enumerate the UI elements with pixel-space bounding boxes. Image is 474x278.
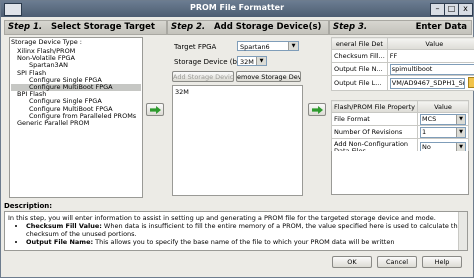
output-file-location-label: Output File L... — [331, 75, 388, 91]
checksum-fill-value[interactable]: FF — [386, 49, 474, 63]
target-fpga-label: Target FPGA — [174, 43, 217, 51]
step3-header: Step 3. Enter Data — [329, 20, 472, 35]
storage-device-tree[interactable]: Storage Device Type : Xilinx Flash/PROM N… — [9, 37, 143, 198]
output-file-name-input[interactable]: spimultiboot — [389, 63, 474, 75]
storage-device-type-label: Storage Device Type : — [11, 38, 82, 46]
file-format-select[interactable]: MCS ▼ — [420, 113, 466, 125]
add-storage-device-button[interactable]: Add Storage Device — [172, 71, 234, 82]
description-box[interactable]: In this step, you will enter information… — [4, 211, 468, 251]
column-header: Flash/PROM File Property — [331, 100, 418, 113]
description-section: Description: In this step, you will ente… — [4, 202, 470, 252]
folder-icon[interactable] — [467, 77, 474, 88]
general-file-details-table: eneral File Det Value Checksum Fill... F… — [331, 37, 474, 91]
chevron-down-icon: ▼ — [456, 127, 465, 137]
next-step-arrow-button-2[interactable] — [308, 103, 326, 116]
step3-blank-area — [331, 151, 469, 195]
prom-file-formatter-window: PROM File Formatter – □ x Step 1. Select… — [0, 0, 474, 278]
cancel-button[interactable]: Cancel — [377, 256, 417, 268]
description-scrollbar[interactable] — [458, 212, 467, 250]
ok-button[interactable]: OK — [332, 256, 372, 268]
next-step-arrow-button[interactable] — [146, 103, 164, 116]
right-arrow-icon — [150, 106, 161, 114]
chevron-down-icon: ▼ — [288, 42, 298, 50]
file-format-label: File Format — [331, 112, 418, 126]
maximize-button[interactable]: □ — [444, 3, 459, 16]
chevron-down-icon: ▼ — [456, 114, 465, 124]
step2-header: Step 2. Add Storage Device(s) — [167, 20, 329, 35]
target-fpga-select[interactable]: Spartan6 ▼ — [237, 41, 299, 51]
flash-prom-property-table: Flash/PROM File Property Value File Form… — [331, 100, 469, 157]
column-header: Value — [417, 100, 469, 113]
description-item: Checksum Fill Value: When data is insuff… — [26, 222, 464, 238]
tree-item[interactable]: Generic Parallel PROM — [11, 119, 141, 127]
storage-device-select[interactable]: 32M ▼ — [237, 56, 267, 66]
close-button[interactable]: x — [458, 3, 473, 16]
output-file-location-input[interactable]: VM/AD9467_SDPH1_Src/src — [389, 77, 465, 89]
title-bar: PROM File Formatter – □ x — [1, 1, 473, 17]
remove-storage-device-button[interactable]: emove Storage Devic — [236, 71, 301, 82]
number-of-revisions-label: Number Of Revisions — [331, 125, 418, 139]
help-button[interactable]: Help — [422, 256, 462, 268]
tree-list: Xilinx Flash/PROM Non-Volatile FPGA Sparta… — [11, 47, 141, 127]
description-title: Description: — [4, 202, 53, 210]
step1-header: Step 1. Select Storage Target — [4, 20, 167, 35]
number-of-revisions-select[interactable]: 1 ▼ — [420, 126, 466, 138]
window-title: PROM File Formatter — [189, 3, 285, 12]
column-header: Value — [386, 37, 474, 50]
checksum-fill-label: Checksum Fill... — [331, 49, 388, 63]
chevron-down-icon: ▼ — [256, 57, 266, 65]
storage-device-list[interactable]: 32M — [172, 85, 303, 196]
output-file-name-label: Output File N... — [331, 62, 388, 76]
right-arrow-icon — [312, 106, 323, 114]
list-item[interactable]: 32M — [175, 88, 189, 96]
minimize-button[interactable]: – — [430, 3, 445, 16]
description-item: Output File Name: This allows you to spe… — [26, 238, 464, 246]
column-header: eneral File Det — [331, 37, 388, 50]
description-intro: In this step, you will enter information… — [8, 214, 436, 222]
